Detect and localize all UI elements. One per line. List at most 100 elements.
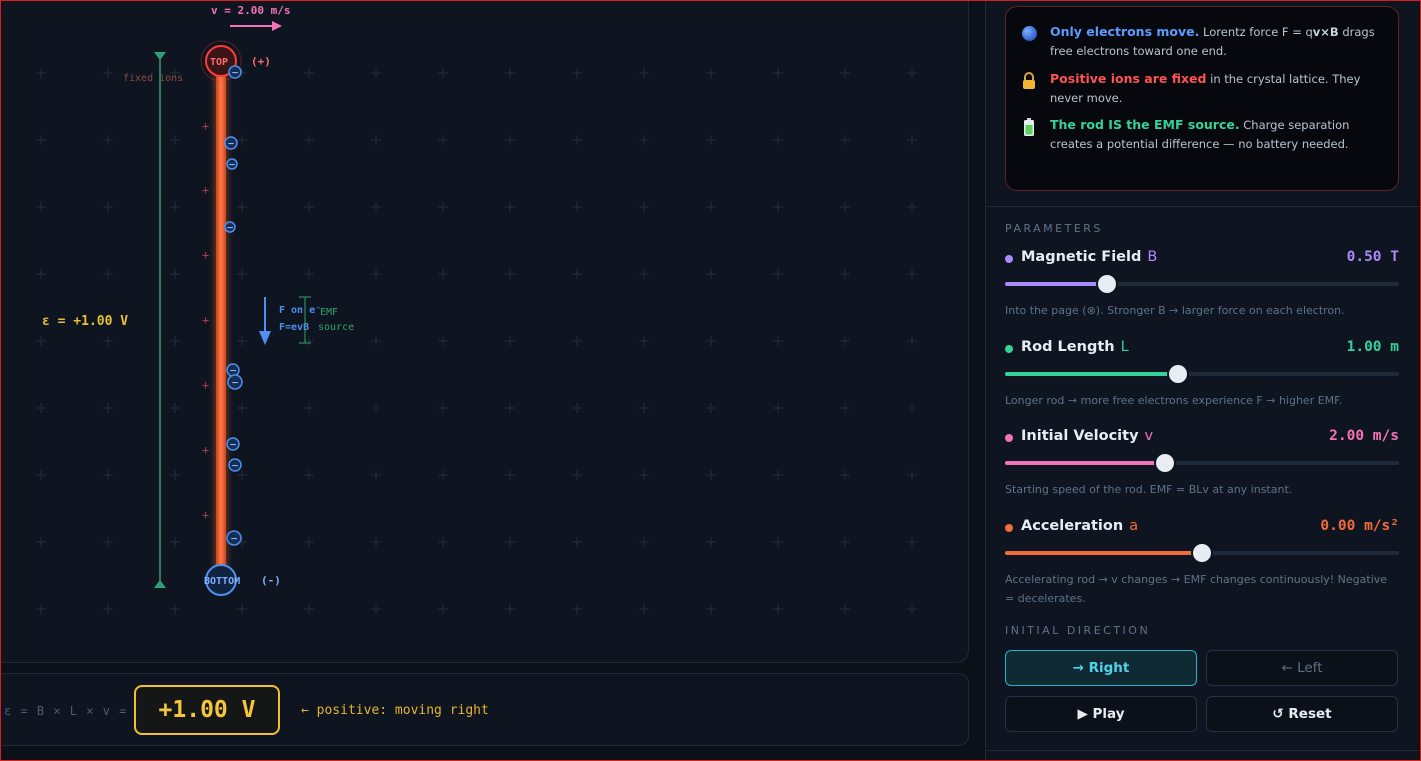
slider-thumb[interactable] — [1098, 275, 1117, 293]
field-into-page-marker — [36, 68, 46, 78]
positive-ion: + — [202, 313, 209, 327]
field-into-page-marker — [438, 269, 448, 279]
force-arrow-icon — [259, 297, 271, 345]
field-into-page-marker — [371, 202, 381, 212]
param-rod-length: Rod Length L 1.00 m Longer rod → more free … — [1005, 339, 1399, 419]
param-color-dot — [1005, 434, 1013, 442]
top-terminal-sign: (+) — [251, 55, 271, 68]
simulation-canvas[interactable]: v = 2.00 m/s fixed ions ε = +1.00 V TOP … — [2, 0, 969, 663]
info-source-title: The rod IS the EMF source. — [1050, 117, 1240, 132]
field-into-page-marker — [371, 403, 381, 413]
electron-ball-icon — [1020, 25, 1038, 43]
emf-span-indicator — [154, 52, 166, 588]
field-into-page-marker — [371, 135, 381, 145]
electron: − — [224, 221, 236, 234]
field-into-page-marker — [103, 269, 113, 279]
battery-icon — [1020, 118, 1038, 136]
slider-fill — [1005, 372, 1179, 376]
field-into-page-marker — [103, 202, 113, 212]
field-into-page-marker — [840, 269, 850, 279]
field-into-page-marker — [237, 604, 247, 614]
field-into-page-marker — [773, 470, 783, 480]
field-into-page-marker — [304, 202, 314, 212]
param-symbol: v — [1144, 428, 1154, 444]
param-description: Longer rod → more free electrons experie… — [1005, 394, 1343, 407]
info-electrons-vxb: v×B — [1312, 25, 1339, 39]
field-into-page-marker — [237, 336, 247, 346]
param-description: Starting speed of the rod. EMF = BLv at … — [1005, 483, 1293, 496]
field-into-page-marker — [706, 135, 716, 145]
field-into-page-marker — [103, 604, 113, 614]
velocity-arrow-icon — [230, 21, 282, 31]
direction-right-button[interactable]: → Right — [1005, 650, 1197, 686]
field-into-page-marker — [103, 135, 113, 145]
slider-thumb[interactable] — [1169, 365, 1188, 383]
field-into-page-marker — [170, 135, 180, 145]
param-name: Acceleration — [1021, 518, 1124, 534]
field-into-page-marker — [505, 470, 515, 480]
field-into-page-marker — [438, 68, 448, 78]
svg-text:−: − — [228, 161, 236, 171]
field-into-page-marker — [36, 336, 46, 346]
param-slider[interactable] — [1005, 365, 1399, 383]
field-into-page-marker — [706, 269, 716, 279]
param-slider[interactable] — [1005, 454, 1399, 472]
param-name: Rod Length — [1021, 339, 1115, 355]
emf-value: +1.00 V — [158, 697, 256, 723]
positive-ion: + — [202, 248, 209, 262]
field-into-page-marker — [170, 470, 180, 480]
field-into-page-marker — [572, 269, 582, 279]
svg-text:−: − — [227, 140, 235, 150]
emf-direction-note: ← positive: moving right — [301, 703, 489, 718]
rod[interactable] — [216, 60, 226, 580]
field-into-page-marker — [572, 403, 582, 413]
svg-text:−: − — [231, 69, 239, 79]
slider-thumb[interactable] — [1155, 454, 1174, 472]
field-into-page-marker — [103, 537, 113, 547]
field-into-page-marker — [170, 269, 180, 279]
field-into-page-marker — [639, 403, 649, 413]
svg-text:−: − — [231, 462, 239, 472]
bottom-divider — [986, 750, 1419, 751]
electron: − — [226, 437, 240, 451]
field-into-page-marker — [505, 269, 515, 279]
svg-text:−: − — [230, 535, 238, 545]
slider-fill — [1005, 282, 1108, 286]
field-into-page-marker — [371, 604, 381, 614]
param-slider[interactable] — [1005, 544, 1399, 562]
info-electrons-title: Only electrons move. — [1050, 24, 1200, 39]
field-into-page-marker — [572, 470, 582, 480]
field-into-page-marker — [36, 604, 46, 614]
field-into-page-marker — [36, 135, 46, 145]
param-initial-velocity: Initial Velocity v 2.00 m/s Starting speed … — [1005, 428, 1399, 508]
field-into-page-marker — [36, 537, 46, 547]
field-into-page-marker — [706, 202, 716, 212]
field-into-page-marker — [438, 470, 448, 480]
param-acceleration: Acceleration a 0.00 m/s² Accelerating rod →… — [1005, 518, 1399, 605]
field-into-page-marker — [907, 202, 917, 212]
field-into-page-marker — [170, 537, 180, 547]
electron: − — [228, 458, 242, 472]
field-into-page-marker — [572, 68, 582, 78]
param-slider[interactable] — [1005, 275, 1399, 293]
slider-thumb[interactable] — [1193, 544, 1211, 562]
field-into-page-marker — [840, 403, 850, 413]
control-panel: Only electrons move. Lorentz force F = q… — [985, 0, 1419, 761]
param-value: 0.00 m/s² — [1320, 518, 1399, 534]
top-terminal-label: TOP — [210, 57, 228, 68]
positive-ion: + — [202, 508, 209, 522]
field-into-page-marker — [773, 135, 783, 145]
direction-left-button[interactable]: ← Left — [1206, 650, 1398, 686]
field-into-page-marker — [706, 604, 716, 614]
positive-ion: + — [202, 378, 209, 392]
emf-side-label: ε = +1.00 V — [42, 314, 128, 329]
field-into-page-marker — [438, 336, 448, 346]
play-button[interactable]: ▶ Play — [1005, 696, 1197, 732]
field-into-page-marker — [840, 537, 850, 547]
field-into-page-marker — [840, 604, 850, 614]
field-into-page-marker — [304, 470, 314, 480]
reset-button[interactable]: ↺ Reset — [1206, 696, 1398, 732]
field-into-page-marker — [572, 135, 582, 145]
velocity-label: v = 2.00 m/s — [211, 4, 290, 17]
field-into-page-marker — [639, 470, 649, 480]
